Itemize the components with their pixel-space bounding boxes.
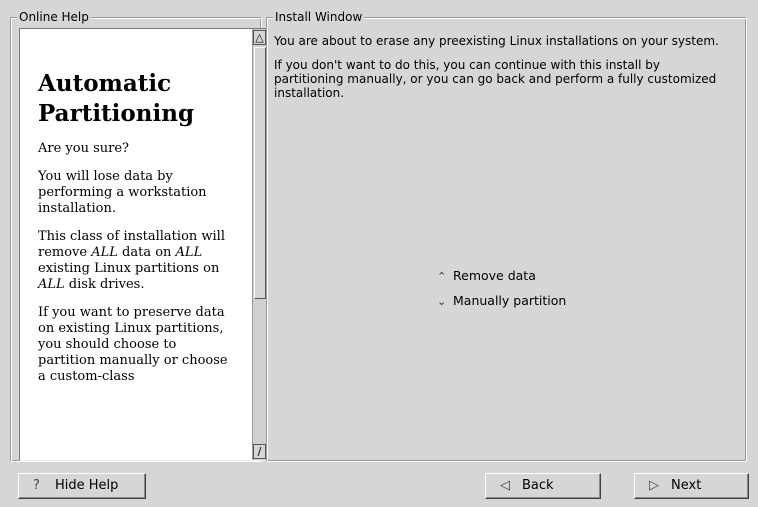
help-question-icon: ?: [33, 478, 40, 493]
help-heading-line2: Partitioning: [38, 100, 195, 127]
help-paragraph-3: This class of installation will remove A…: [38, 229, 225, 292]
scroll-down-arrow-icon[interactable]: ∕: [253, 444, 266, 459]
next-button[interactable]: ▷ Next: [634, 473, 749, 499]
next-arrow-icon: ▷: [649, 478, 659, 493]
scrollbar-thumb[interactable]: [254, 47, 266, 299]
scroll-up-arrow-icon[interactable]: △: [253, 30, 266, 45]
remove-data-label: Remove data: [453, 268, 536, 283]
online-help-title: Online Help: [17, 10, 91, 24]
help-heading-line1: Automatic: [38, 70, 172, 97]
help-text-pane[interactable]: Automatic Partitioning Are you sure? You…: [19, 28, 268, 461]
radio-selected-icon: ⌃: [437, 270, 447, 283]
hide-help-button[interactable]: ? Hide Help: [18, 473, 146, 499]
help-heading: Automatic Partitioning: [38, 69, 230, 129]
online-help-panel: Online Help Automatic Partitioning Are y…: [10, 10, 268, 462]
help-paragraph-2: You will lose data by performing a works…: [38, 169, 207, 216]
hide-help-label: Hide Help: [55, 478, 119, 493]
back-label: Back: [522, 478, 554, 493]
help-paragraph-1: Are you sure?: [38, 141, 130, 156]
help-scrollbar[interactable]: △ ∕: [252, 29, 267, 460]
manually-partition-radio[interactable]: ⌄ Manually partition: [437, 293, 566, 309]
next-label: Next: [671, 478, 702, 493]
install-paragraph-2: If you don't want to do this, you can co…: [274, 58, 717, 100]
back-arrow-icon: ◁: [500, 478, 510, 493]
radio-unselected-icon: ⌄: [437, 295, 447, 308]
remove-data-radio[interactable]: ⌃ Remove data: [437, 268, 536, 284]
help-paragraph-4: If you want to preserve data on existing…: [38, 305, 228, 384]
install-message: You are about to erase any preexisting L…: [274, 34, 724, 110]
manually-partition-label: Manually partition: [453, 293, 567, 308]
help-content: Automatic Partitioning Are you sure? You…: [38, 51, 230, 397]
install-window-title: Install Window: [273, 10, 365, 24]
back-button[interactable]: ◁ Back: [485, 473, 601, 499]
install-paragraph-1: You are about to erase any preexisting L…: [274, 34, 719, 48]
install-window-panel: Install Window You are about to erase an…: [266, 10, 747, 462]
